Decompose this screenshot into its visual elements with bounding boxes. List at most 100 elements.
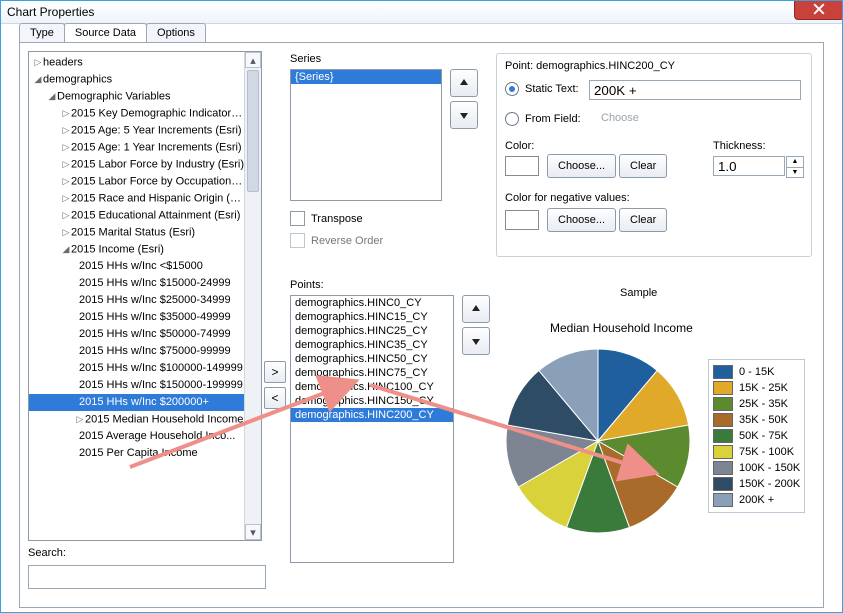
chart-properties-window: Chart Properties Type Source Data Option… xyxy=(0,0,843,613)
tree-leaf[interactable]: 2015 HHs w/Inc $75000-99999 xyxy=(79,345,231,357)
color-clear-button[interactable]: Clear xyxy=(619,154,667,178)
static-text-radio[interactable]: Static Text: xyxy=(505,82,579,96)
add-point-button[interactable]: > xyxy=(264,361,286,383)
points-item[interactable]: demographics.HINC15_CY xyxy=(291,310,453,324)
series-move-up-button[interactable] xyxy=(450,69,478,97)
legend-swatch xyxy=(713,413,733,427)
tab-type[interactable]: Type xyxy=(19,23,65,42)
tree-node[interactable]: 2015 Educational Attainment (Esri) xyxy=(71,209,240,221)
thickness-spinner[interactable]: ▲ ▼ xyxy=(786,156,804,178)
points-item[interactable]: demographics.HINC35_CY xyxy=(291,338,453,352)
legend-item: 35K - 50K xyxy=(713,412,800,428)
points-list[interactable]: demographics.HINC0_CYdemographics.HINC15… xyxy=(290,295,454,563)
tree-node[interactable]: demographics xyxy=(43,73,112,85)
window-title: Chart Properties xyxy=(7,5,94,19)
series-move-down-button[interactable] xyxy=(450,101,478,129)
scroll-thumb[interactable] xyxy=(247,70,259,192)
search-input[interactable] xyxy=(28,565,266,589)
legend-item: 50K - 75K xyxy=(713,428,800,444)
legend-label: 150K - 200K xyxy=(739,478,800,490)
arrow-down-icon xyxy=(470,335,482,347)
points-item[interactable]: demographics.HINC200_CY xyxy=(291,408,453,422)
tree-leaf-selected[interactable]: 2015 HHs w/Inc $200000+ xyxy=(79,396,209,408)
color-choose-button[interactable]: Choose... xyxy=(547,154,616,178)
legend-label: 50K - 75K xyxy=(739,430,788,442)
legend-label: 75K - 100K xyxy=(739,446,794,458)
tree-leaf[interactable]: 2015 HHs w/Inc $150000-199999 xyxy=(79,379,243,391)
series-item[interactable]: {Series} xyxy=(291,70,441,84)
tab-options[interactable]: Options xyxy=(146,23,206,42)
legend-label: 0 - 15K xyxy=(739,366,774,378)
chart-legend: 0 - 15K 15K - 25K 25K - 35K 35K - 50K 50K - … xyxy=(708,359,805,513)
tree-node[interactable]: 2015 Labor Force by Occupation (... xyxy=(71,175,245,187)
thickness-label: Thickness: xyxy=(713,140,766,152)
color-neg-choose-button[interactable]: Choose... xyxy=(547,208,616,232)
points-move-up-button[interactable] xyxy=(462,295,490,323)
tree-node[interactable]: 2015 Marital Status (Esri) xyxy=(71,226,195,238)
transpose-checkbox[interactable]: Transpose xyxy=(290,211,363,226)
legend-item: 25K - 35K xyxy=(713,396,800,412)
series-label: Series xyxy=(290,53,321,65)
tree-node[interactable]: headers xyxy=(43,56,83,68)
color-neg-swatch[interactable] xyxy=(505,210,539,230)
points-item[interactable]: demographics.HINC25_CY xyxy=(291,324,453,338)
color-swatch[interactable] xyxy=(505,156,539,176)
tree-leaf[interactable]: 2015 Median Household Income xyxy=(85,413,243,425)
tree-leaf[interactable]: 2015 HHs w/Inc <$15000 xyxy=(79,260,203,272)
points-item[interactable]: demographics.HINC50_CY xyxy=(291,352,453,366)
points-item[interactable]: demographics.HINC0_CY xyxy=(291,296,453,310)
tree-node[interactable]: 2015 Key Demographic Indicators... xyxy=(71,107,245,119)
color-label: Color: xyxy=(505,140,534,152)
color-neg-clear-button[interactable]: Clear xyxy=(619,208,667,232)
tree-leaf[interactable]: 2015 Per Capita Income xyxy=(79,447,198,459)
reverse-order-checkbox[interactable]: Reverse Order xyxy=(290,233,383,248)
from-field-radio[interactable]: From Field: xyxy=(505,112,581,126)
remove-point-button[interactable]: < xyxy=(264,387,286,409)
tree-node[interactable]: Demographic Variables xyxy=(57,90,171,102)
tree-leaf[interactable]: 2015 Average Household Inco... xyxy=(79,430,235,442)
tree-node[interactable]: 2015 Income (Esri) xyxy=(71,243,164,255)
scroll-up-button[interactable]: ▴ xyxy=(245,52,261,68)
legend-label: 200K + xyxy=(739,494,774,506)
legend-item: 100K - 150K xyxy=(713,460,800,476)
tree-scrollbar[interactable]: ▴ ▾ xyxy=(244,52,261,540)
legend-swatch xyxy=(713,365,733,379)
points-item[interactable]: demographics.HINC75_CY xyxy=(291,366,453,380)
points-item[interactable]: demographics.HINC100_CY xyxy=(291,380,453,394)
tree-node[interactable]: 2015 Age: 1 Year Increments (Esri) xyxy=(71,141,242,153)
spin-up-icon[interactable]: ▲ xyxy=(787,157,803,168)
legend-label: 15K - 25K xyxy=(739,382,788,394)
legend-label: 25K - 35K xyxy=(739,398,788,410)
tree-node[interactable]: 2015 Race and Hispanic Origin (E... xyxy=(71,192,245,204)
pie-chart xyxy=(498,341,698,541)
scroll-down-button[interactable]: ▾ xyxy=(245,524,261,540)
legend-item: 75K - 100K xyxy=(713,444,800,460)
search-label: Search: xyxy=(28,547,66,559)
color-neg-label: Color for negative values: xyxy=(505,192,630,204)
tree-node[interactable]: 2015 Age: 5 Year Increments (Esri) xyxy=(71,124,242,136)
tree-node[interactable]: 2015 Labor Force by Industry (Esri) xyxy=(71,158,244,170)
legend-swatch xyxy=(713,445,733,459)
tabs: Type Source Data Options xyxy=(19,23,205,42)
chart-title: Median Household Income xyxy=(550,321,693,335)
tree-leaf[interactable]: 2015 HHs w/Inc $25000-34999 xyxy=(79,294,231,306)
legend-swatch xyxy=(713,461,733,475)
spin-down-icon[interactable]: ▼ xyxy=(787,168,803,178)
field-tree[interactable]: ▷headers ◢demographics ◢Demographic Vari… xyxy=(28,51,262,541)
tree-leaf[interactable]: 2015 HHs w/Inc $35000-49999 xyxy=(79,311,231,323)
series-list[interactable]: {Series} xyxy=(290,69,442,201)
tree-leaf[interactable]: 2015 HHs w/Inc $50000-74999 xyxy=(79,328,231,340)
from-field-choose[interactable]: Choose xyxy=(601,112,639,124)
close-button[interactable] xyxy=(794,0,843,20)
tab-source-data[interactable]: Source Data xyxy=(64,23,147,42)
thickness-input[interactable] xyxy=(713,156,785,176)
points-move-down-button[interactable] xyxy=(462,327,490,355)
tree-leaf[interactable]: 2015 HHs w/Inc $100000-149999 xyxy=(79,362,243,374)
legend-swatch xyxy=(713,429,733,443)
legend-item: 0 - 15K xyxy=(713,364,800,380)
static-text-input[interactable] xyxy=(589,80,801,100)
tree-leaf[interactable]: 2015 HHs w/Inc $15000-24999 xyxy=(79,277,231,289)
points-item[interactable]: demographics.HINC150_CY xyxy=(291,394,453,408)
legend-label: 100K - 150K xyxy=(739,462,800,474)
legend-swatch xyxy=(713,397,733,411)
